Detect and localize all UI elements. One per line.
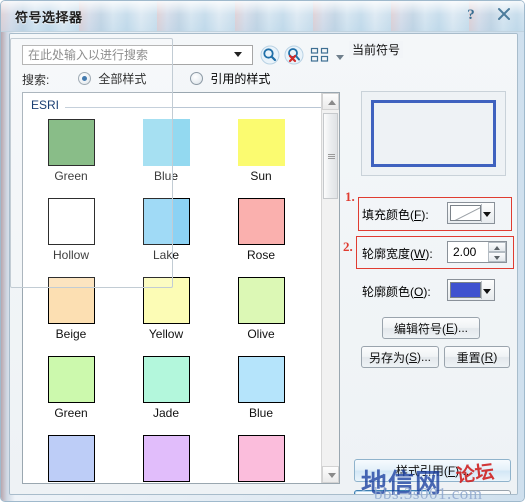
symbol-swatch-item[interactable]: Blue: [221, 356, 301, 420]
symbol-swatch-label: Rose: [246, 248, 275, 262]
annotation-number-1: 1.: [345, 189, 355, 204]
symbol-swatch-item[interactable]: Jade: [126, 356, 206, 420]
symbol-swatch-item[interactable]: Olive: [221, 277, 301, 341]
style-reference-button[interactable]: 样式引用(F)...: [354, 459, 511, 482]
current-symbol-preview: [361, 91, 506, 176]
symbol-swatch-label: Green: [54, 406, 88, 420]
title-bar: 符号选择器 ?: [1, 1, 524, 32]
outline-color-dropdown-icon[interactable]: [483, 289, 491, 294]
fill-color-swatch: [450, 205, 481, 221]
outline-color-swatch: [450, 282, 481, 298]
symbol-swatch-preview: [47, 435, 95, 482]
symbol-swatch-label: Sun: [250, 169, 272, 183]
fill-color-separator: [481, 204, 482, 222]
edit-symbol-button[interactable]: 编辑符号(E)...: [382, 317, 480, 339]
search-dropdown-icon[interactable]: [234, 52, 242, 57]
outline-width-increment-icon[interactable]: [488, 242, 506, 252]
outline-color-separator: [481, 281, 482, 299]
symbol-swatch-preview: [237, 198, 285, 245]
stepper-up-arrow: [494, 246, 500, 250]
symbol-swatch-preview: [237, 435, 285, 482]
radio-referenced-styles-indicator: [190, 72, 203, 85]
help-icon[interactable]: ?: [462, 3, 486, 25]
symbol-swatch-label: Blue: [248, 406, 274, 420]
scroll-up-icon[interactable]: [322, 93, 339, 110]
outline-width-label: 轮廓宽度(W):: [362, 247, 433, 261]
dialog-client-area: 搜索: 全部样式 引用的样式 ESRI GreenBlueSunHollowLa…: [9, 33, 518, 495]
current-symbol-group-title: 当前符号: [349, 41, 404, 58]
symbol-swatch-preview: [237, 356, 285, 403]
cancel-button[interactable]: 取消: [435, 490, 511, 494]
outline-color-button[interactable]: [447, 279, 495, 301]
save-as-button[interactable]: 另存为(S)...: [361, 346, 439, 368]
close-icon[interactable]: [492, 3, 516, 25]
outline-width-input[interactable]: [448, 242, 488, 262]
symbol-list-scrollbar[interactable]: [321, 93, 339, 483]
symbol-swatch-item[interactable]: Rose: [221, 198, 301, 262]
outline-width-stepper[interactable]: [447, 241, 507, 263]
clear-search-icon[interactable]: [284, 45, 304, 68]
symbol-swatch-preview: [47, 356, 95, 403]
scrollbar-grip-icon: [328, 154, 335, 159]
radio-referenced-styles-label: 引用的样式: [210, 72, 271, 86]
symbol-swatch-label: Yellow: [148, 327, 184, 341]
scroll-down-arrow: [328, 473, 336, 478]
outline-color-row: 轮廓颜色(O):: [362, 279, 512, 303]
symbol-swatch-preview: [142, 356, 190, 403]
view-mode-icon[interactable]: [310, 47, 330, 66]
symbol-swatch-item[interactable]: [31, 435, 111, 482]
fill-color-button[interactable]: [447, 202, 495, 224]
symbol-swatch-label: Jade: [152, 406, 180, 420]
annotation-number-2: 2.: [343, 239, 353, 254]
symbol-swatch-preview: [237, 119, 285, 166]
ok-button[interactable]: 确定: [354, 490, 430, 494]
outline-width-decrement-icon[interactable]: [488, 252, 506, 262]
symbol-selector-window: 符号选择器 ? 在此处输入以进行搜索 搜索: 全部样式 引用的样式 ESRI G…: [0, 0, 525, 502]
symbol-group-title: ESRI: [31, 98, 66, 112]
current-symbol-group: [10, 38, 173, 288]
symbol-swatch-label: Beige: [55, 327, 87, 341]
stepper-down-arrow: [494, 256, 500, 260]
search-icon[interactable]: [260, 45, 280, 68]
scroll-up-arrow: [328, 100, 336, 105]
reset-button[interactable]: 重置(R): [444, 346, 510, 368]
window-title: 符号选择器: [15, 10, 83, 25]
scrollbar-thumb[interactable]: [323, 113, 338, 199]
view-mode-dropdown-icon[interactable]: [336, 55, 344, 60]
svg-text:?: ?: [467, 7, 475, 23]
symbol-swatch-item[interactable]: Sun: [221, 119, 301, 183]
scroll-down-icon[interactable]: [322, 466, 339, 483]
fill-color-label: 填充颜色(F):: [362, 208, 429, 222]
symbol-swatch-preview: [142, 435, 190, 482]
symbol-swatch-item[interactable]: [221, 435, 301, 482]
symbol-swatch-preview: [237, 277, 285, 324]
preview-shape: [371, 100, 496, 167]
outline-color-label: 轮廓颜色(O):: [362, 285, 431, 299]
fill-color-row: 填充颜色(F):: [362, 202, 512, 226]
dialog-body: 搜索: 全部样式 引用的样式 ESRI GreenBlueSunHollowLa…: [10, 34, 517, 494]
radio-referenced-styles[interactable]: 引用的样式: [190, 70, 270, 87]
symbol-swatch-label: Olive: [247, 327, 275, 341]
outline-width-row: 轮廓宽度(W):: [362, 241, 512, 265]
symbol-swatch-item[interactable]: [126, 435, 206, 482]
fill-color-dropdown-icon[interactable]: [483, 212, 491, 217]
symbol-swatch-item[interactable]: Green: [31, 356, 111, 420]
